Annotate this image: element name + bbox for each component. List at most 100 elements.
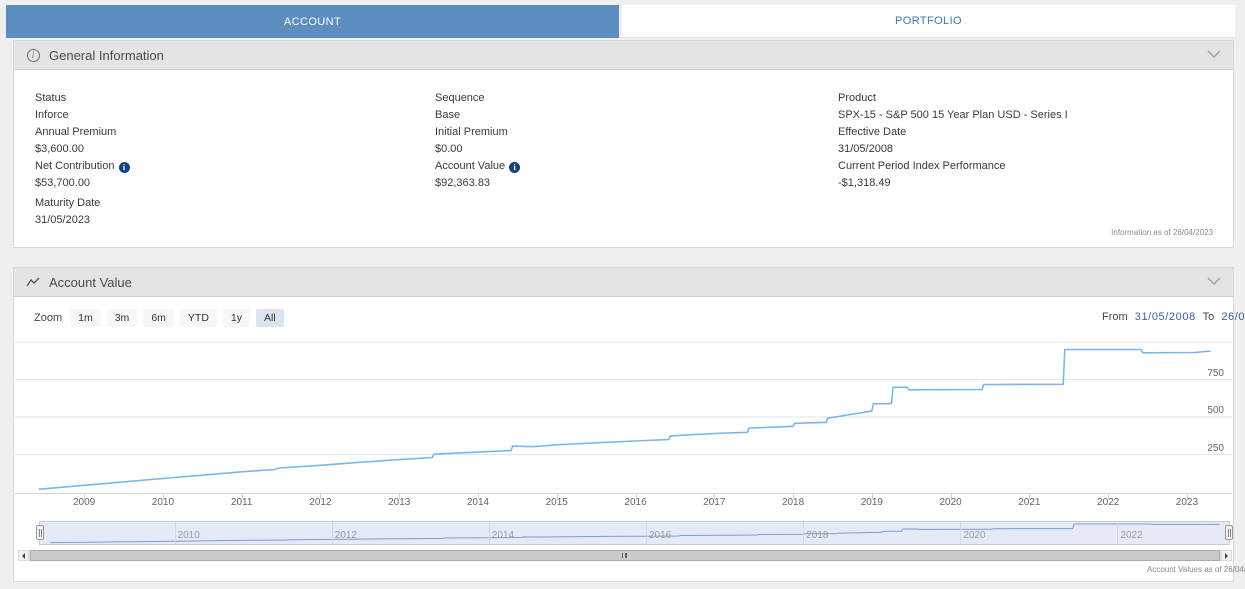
navigator-tick-label: 2012	[335, 530, 357, 541]
general-information-panel: i General Information Status Inforce Ann…	[13, 40, 1234, 248]
field-sequence: Sequence Base	[435, 90, 838, 123]
account-value-line-series	[15, 333, 1232, 493]
navigator-tick-label: 2020	[963, 530, 985, 541]
navigator-gridline	[175, 522, 176, 544]
navigator-gridline	[332, 522, 333, 544]
navigator-gridline	[646, 522, 647, 544]
zoom-button-ytd[interactable]: YTD	[180, 309, 217, 327]
navigator-tick-label: 2016	[649, 530, 671, 541]
field-annual-premium: Annual Premium $3,600.00	[35, 124, 435, 157]
field-status: Status Inforce	[35, 90, 435, 123]
date-range-inputs: From 31/05/2008 To 26/04/2023	[1102, 311, 1245, 323]
field-initial-premium: Initial Premium $0.00	[435, 124, 838, 157]
zoom-button-1m[interactable]: 1m	[70, 309, 101, 327]
scrollbar-grip-icon	[622, 553, 627, 558]
field-label: Initial Premium	[435, 124, 838, 141]
x-axis-tick-label: 2019	[850, 497, 894, 508]
x-axis-tick-label: 2009	[62, 497, 106, 508]
x-axis-tick-label: 2013	[377, 497, 421, 508]
collapse-chevron-icon[interactable]	[1207, 273, 1221, 291]
zoom-button-3m[interactable]: 3m	[107, 309, 138, 327]
x-axis-tick-label: 2015	[535, 497, 579, 508]
navigator-gridline	[803, 522, 804, 544]
zoom-label: Zoom	[34, 312, 62, 324]
line-chart-icon	[26, 275, 40, 289]
general-information-body: Status Inforce Annual Premium $3,600.00 …	[14, 70, 1233, 229]
field-product: Product SPX-15 - S&P 500 15 Year Plan US…	[838, 90, 1213, 123]
to-date-input[interactable]: 26/04/2023	[1221, 311, 1245, 323]
navigator-gridline	[960, 522, 961, 544]
account-value-header: Account Value	[14, 268, 1233, 297]
tab-portfolio[interactable]: PORTFOLIO	[622, 5, 1235, 38]
from-label: From	[1102, 311, 1128, 323]
x-axis-tick-label: 2010	[141, 497, 185, 508]
scrollbar-right-arrow-icon[interactable]	[1221, 550, 1232, 561]
field-current-period-index-performance: Current Period Index Performance -$1,318…	[838, 158, 1213, 191]
x-axis-tick-label: 2012	[298, 497, 342, 508]
field-maturity-date: Maturity Date 31/05/2023	[35, 195, 435, 228]
field-effective-date: Effective Date 31/05/2008	[838, 124, 1213, 157]
field-label: Effective Date	[838, 124, 1213, 141]
navigator-gridline	[489, 522, 490, 544]
x-axis-tick-label: 2018	[771, 497, 815, 508]
field-label: Status	[35, 90, 435, 107]
scrollbar-thumb[interactable]	[30, 550, 1220, 561]
navigator-tick-label: 2018	[806, 530, 828, 541]
field-value: $0.00	[435, 141, 838, 158]
info-icon: i	[26, 48, 40, 62]
x-axis-tick-label: 2023	[1165, 497, 1209, 508]
scrollbar-left-arrow-icon[interactable]	[18, 550, 29, 561]
field-value: $3,600.00	[35, 141, 435, 158]
field-label: Net Contributioni	[35, 158, 435, 175]
navigator-gridline	[1117, 522, 1118, 544]
scrollbar-track[interactable]	[29, 550, 1221, 561]
field-account-value: Account Valuei $92,363.83	[435, 158, 838, 191]
zoom-button-1y[interactable]: 1y	[223, 309, 250, 327]
collapse-chevron-icon[interactable]	[1207, 46, 1221, 64]
account-value-info-icon[interactable]: i	[509, 162, 520, 173]
range-selector-row: Zoom 1m 3m 6m YTD 1y All From 31/05/2008…	[14, 297, 1233, 333]
field-label: Account Valuei	[435, 158, 838, 175]
field-label: Product	[838, 90, 1213, 107]
navigator-tick-label: 2014	[492, 530, 514, 541]
zoom-button-6m[interactable]: 6m	[143, 309, 174, 327]
field-label: Sequence	[435, 90, 838, 107]
info-column-1: Status Inforce Annual Premium $3,600.00 …	[35, 90, 435, 229]
net-contribution-info-icon[interactable]: i	[119, 162, 130, 173]
field-net-contribution: Net Contributioni $53,700.00	[35, 158, 435, 191]
info-column-2: Sequence Base Initial Premium $0.00 Acco…	[435, 90, 838, 229]
tab-account[interactable]: ACCOUNT	[6, 5, 619, 38]
information-as-of-text: Information as of 26/04/2023	[1111, 228, 1213, 237]
field-value: 31/05/2008	[838, 141, 1213, 158]
navigator-left-handle[interactable]	[36, 525, 44, 540]
x-axis-tick-label: 2011	[220, 497, 264, 508]
to-label: To	[1203, 311, 1215, 323]
field-value: 31/05/2023	[35, 212, 435, 229]
x-axis-tick-label: 2016	[614, 497, 658, 508]
general-information-header: i General Information	[14, 41, 1233, 70]
account-value-panel: Account Value Zoom 1m 3m 6m YTD 1y All F…	[13, 267, 1234, 582]
zoom-button-all[interactable]: All	[256, 309, 284, 327]
x-axis-tick-label: 2014	[456, 497, 500, 508]
general-information-title: General Information	[49, 48, 164, 63]
x-axis-tick-label: 2021	[1007, 497, 1051, 508]
field-value: $92,363.83	[435, 175, 838, 192]
tab-bar: ACCOUNT PORTFOLIO	[6, 5, 1235, 38]
field-label: Maturity Date	[35, 195, 435, 212]
account-value-chart-plot[interactable]: 250500750	[15, 333, 1232, 493]
field-label: Current Period Index Performance	[838, 158, 1213, 175]
x-axis-tick-label: 2022	[1086, 497, 1130, 508]
y-axis-tick-label: 750	[1207, 368, 1224, 379]
field-value: -$1,318.49	[838, 175, 1213, 192]
field-label: Annual Premium	[35, 124, 435, 141]
from-date-input[interactable]: 31/05/2008	[1135, 311, 1196, 323]
chart-navigator[interactable]: 2010201220142016201820202022	[15, 521, 1232, 545]
field-value: Base	[435, 107, 838, 124]
account-value-title: Account Value	[49, 275, 132, 290]
navigator-tick-label: 2010	[178, 530, 200, 541]
info-column-3: Product SPX-15 - S&P 500 15 Year Plan US…	[838, 90, 1213, 229]
account-values-as-of-text: Account Values as of 26/04/2023	[1147, 565, 1245, 574]
chart-scrollbar[interactable]	[18, 550, 1232, 561]
y-axis-tick-label: 500	[1207, 405, 1224, 416]
navigator-right-handle[interactable]	[1225, 525, 1233, 540]
